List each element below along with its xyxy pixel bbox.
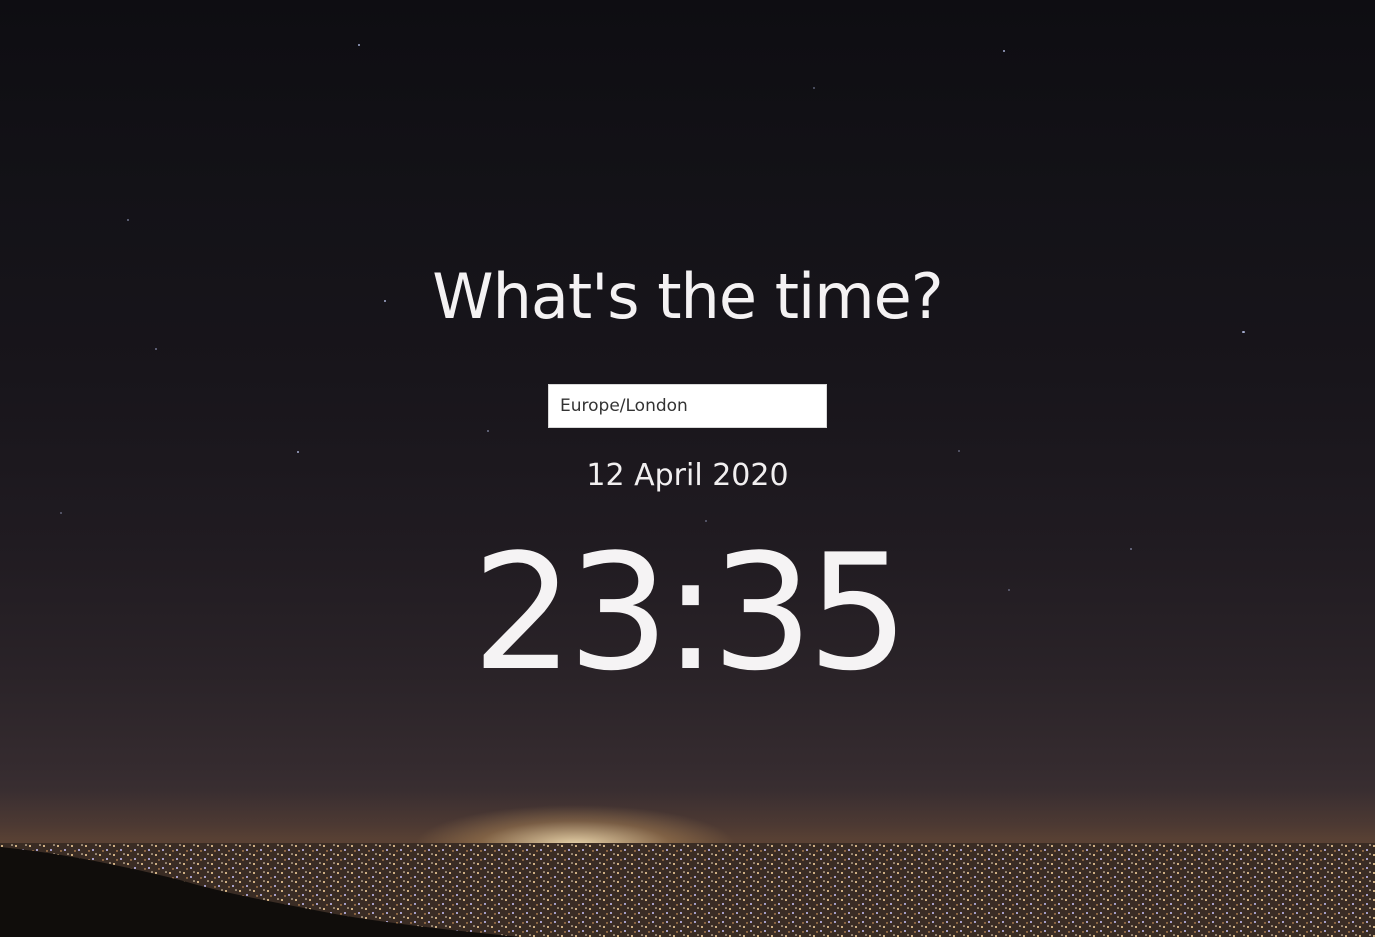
timezone-input[interactable] [548,384,827,428]
page-title: What's the time? [432,260,943,333]
time-display: 23:35 [471,519,909,706]
date-display: 12 April 2020 [586,458,789,493]
city-skyline [0,843,1375,937]
